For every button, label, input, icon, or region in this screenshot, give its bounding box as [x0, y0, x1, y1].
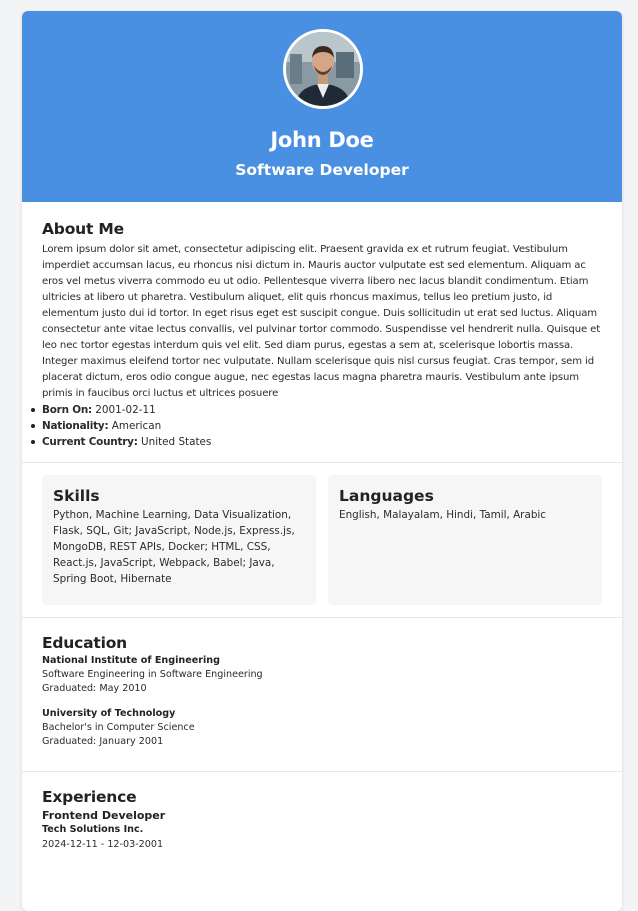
- list-item-nationality: Nationality: American: [31, 418, 602, 434]
- education-institution: National Institute of Engineering: [42, 655, 220, 666]
- skills-heading: Skills: [53, 487, 100, 505]
- profile-name: John Doe: [270, 128, 374, 152]
- detail-label: Nationality:: [42, 420, 109, 432]
- languages-heading: Languages: [339, 487, 434, 505]
- experience-company: Tech Solutions Inc.: [42, 824, 144, 835]
- experience-dates: 2024-12-11 - 12-03-2001: [42, 839, 164, 850]
- detail-label: Current Country:: [42, 436, 138, 448]
- experience-section: Experience Frontend Developer Tech Solut…: [22, 772, 622, 853]
- experience-role: Frontend Developer: [42, 809, 166, 822]
- detail-value: United States: [141, 436, 212, 448]
- education-item: University of Technology Bachelor's in C…: [42, 707, 602, 749]
- education-section: Education National Institute of Engineer…: [22, 618, 622, 772]
- about-text: Lorem ipsum dolor sit amet, consectetur …: [42, 244, 601, 399]
- profile-card: John Doe Software Developer About Me Lor…: [22, 11, 622, 911]
- experience-item: Frontend Developer Tech Solutions Inc. 2…: [42, 808, 602, 853]
- skills-box: Skills Python, Machine Learning, Data Vi…: [42, 475, 316, 605]
- education-degree: Software Engineering in Software Enginee…: [42, 669, 263, 680]
- avatar-photo: [286, 32, 360, 106]
- skills-text: Python, Machine Learning, Data Visualiza…: [53, 509, 295, 585]
- detail-label: Born On:: [42, 404, 92, 416]
- experience-heading: Experience: [42, 788, 137, 806]
- avatar: [283, 29, 363, 109]
- personal-details-list: Born On: 2001-02-11 Nationality: America…: [31, 402, 602, 450]
- education-institution: University of Technology: [42, 708, 176, 719]
- about-heading: About Me: [42, 220, 124, 238]
- languages-text: English, Malayalam, Hindi, Tamil, Arabic: [339, 509, 547, 521]
- detail-value: American: [111, 420, 162, 432]
- about-section: About Me Lorem ipsum dolor sit amet, con…: [22, 202, 622, 463]
- education-graduated: Graduated: January 2001: [42, 736, 164, 747]
- profile-title: Software Developer: [235, 161, 409, 179]
- education-graduated: Graduated: May 2010: [42, 683, 147, 694]
- education-heading: Education: [42, 634, 127, 652]
- languages-box: Languages English, Malayalam, Hindi, Tam…: [328, 475, 602, 605]
- profile-header: John Doe Software Developer: [22, 11, 622, 202]
- skills-languages-row: Skills Python, Machine Learning, Data Vi…: [22, 463, 622, 618]
- list-item-born-on: Born On: 2001-02-11: [31, 402, 602, 418]
- detail-value: 2001-02-11: [95, 404, 156, 416]
- education-degree: Bachelor's in Computer Science: [42, 722, 195, 733]
- education-item: National Institute of Engineering Softwa…: [42, 654, 602, 696]
- list-item-current-country: Current Country: United States: [31, 434, 602, 450]
